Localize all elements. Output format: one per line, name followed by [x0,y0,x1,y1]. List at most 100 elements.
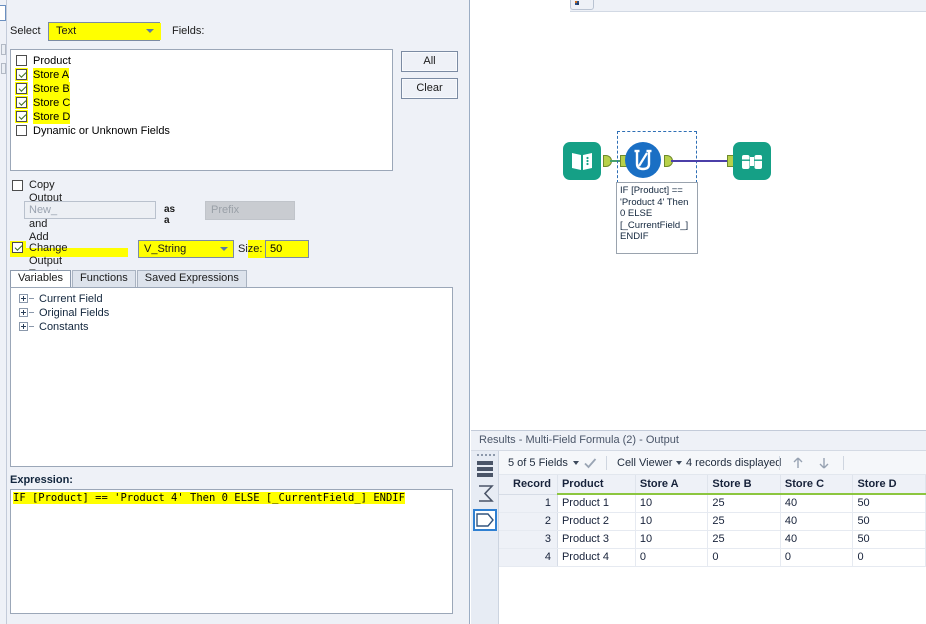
cell-store-b[interactable]: 25 [708,530,781,548]
expression-editor[interactable]: IF [Product] == 'Product 4' Then 0 ELSE … [10,489,453,614]
checkbox-icon[interactable] [16,125,27,136]
summary-sigma-icon[interactable] [476,484,495,503]
select-type-dropdown[interactable]: Text [48,22,160,41]
cell-product[interactable]: Product 1 [557,494,635,512]
cell-record: 1 [499,494,557,512]
field-label: Store A [33,68,69,82]
expand-plus-icon[interactable] [19,308,28,317]
results-toolbar[interactable]: 5 of 5 Fields Cell Viewer 4 records disp… [499,451,926,475]
workflow-canvas[interactable] [471,0,926,430]
tab-functions[interactable]: Functions [72,270,136,287]
tree-node-original-fields[interactable]: Original Fields [17,306,452,320]
cell-store-b[interactable]: 25 [708,494,781,512]
cell-product[interactable]: Product 2 [557,512,635,530]
tab-variables[interactable]: Variables [10,270,71,287]
cell-store-d[interactable]: 0 [853,548,926,566]
size-input[interactable]: 50 [265,240,309,258]
chevron-down-icon[interactable] [676,461,682,465]
panel-left-rail [0,0,7,624]
field-list-item[interactable]: Dynamic or Unknown Fields [15,124,392,138]
prefix-suffix-dropdown[interactable]: Prefix [205,201,295,220]
checkbox-icon[interactable] [16,69,27,80]
output-type-dropdown[interactable]: V_String [138,240,234,258]
cell-store-d[interactable]: 50 [853,530,926,548]
field-list-item[interactable]: Product [15,54,392,68]
tab-saved-expressions[interactable]: Saved Expressions [137,270,247,287]
chevron-down-icon [146,29,154,33]
column-header-store-a[interactable]: Store A [635,475,708,494]
checkbox-icon[interactable] [12,242,23,253]
cell-product[interactable]: Product 4 [557,548,635,566]
cell-store-a[interactable]: 10 [635,494,708,512]
panel-tab-handle[interactable] [0,5,6,21]
field-label: Product [33,54,71,68]
cell-record: 2 [499,512,557,530]
table-row[interactable]: 1 Product 1 10 25 40 50 [499,494,926,512]
field-checkbox-list[interactable]: Product Store A Store B Store C Store D … [10,49,393,171]
tree-dash-icon [29,312,34,313]
select-type-value: Text [54,25,78,37]
expression-text: IF [Product] == 'Product 4' Then 0 ELSE … [13,492,405,504]
field-list-item[interactable]: Store B [15,82,392,96]
data-grid-icon[interactable] [476,461,495,480]
chevron-down-icon[interactable] [573,461,579,465]
tree-dash-icon [29,326,34,327]
expand-plus-icon[interactable] [19,294,28,303]
field-list-item[interactable]: Store C [15,96,392,110]
scroll-down-icon[interactable] [817,451,831,475]
connection-formula-to-browse[interactable] [671,160,729,162]
canvas-toolbar-button[interactable] [570,0,594,10]
tree-node-current-field[interactable]: Current Field [17,292,452,306]
field-list-item[interactable]: Store A [15,68,392,82]
cell-store-d[interactable]: 50 [853,512,926,530]
canvas-marker-icon [575,1,580,6]
tree-node-constants[interactable]: Constants [17,320,452,334]
cell-store-c[interactable]: 0 [780,548,853,566]
checkmark-icon[interactable] [583,451,597,475]
clear-selection-button[interactable]: Clear [401,78,458,99]
cell-store-c[interactable]: 40 [780,494,853,512]
cell-store-c[interactable]: 40 [780,530,853,548]
column-header-store-c[interactable]: Store C [780,475,853,494]
checkbox-icon[interactable] [16,111,27,122]
new-field-name-input[interactable]: New_ [24,201,156,219]
checkbox-icon[interactable] [16,83,27,94]
tree-node-label: Current Field [39,293,103,305]
expand-plus-icon[interactable] [19,322,28,331]
select-all-button[interactable]: All [401,51,458,72]
cell-store-d[interactable]: 50 [853,494,926,512]
annotation-line: 0 ELSE [620,208,694,220]
cell-store-b[interactable]: 25 [708,512,781,530]
variables-tree[interactable]: Current Field Original Fields Constants [10,287,453,467]
cell-store-a[interactable]: 10 [635,512,708,530]
checkbox-icon[interactable] [16,97,27,108]
results-side-rail[interactable] [471,451,499,624]
cell-store-b[interactable]: 0 [708,548,781,566]
chevron-down-icon [220,247,228,251]
field-list-item[interactable]: Store D [15,110,392,124]
panel-rail-button-1[interactable] [1,44,6,55]
viewer-mode-label[interactable]: Cell Viewer [617,451,672,475]
table-row[interactable]: 2 Product 2 10 25 40 50 [499,512,926,530]
cell-store-c[interactable]: 40 [780,512,853,530]
results-pane: Results - Multi-Field Formula (2) - Outp… [471,430,926,624]
cell-product[interactable]: Product 3 [557,530,635,548]
column-header-record[interactable]: Record [499,475,557,494]
expression-tabs[interactable]: Variables Functions Saved Expressions [10,270,248,287]
column-header-product[interactable]: Product [557,475,635,494]
table-row[interactable]: 4 Product 4 0 0 0 0 [499,548,926,566]
fields-summary[interactable]: 5 of 5 Fields [508,451,568,475]
results-data-grid[interactable]: Record Product Store A Store B Store C S… [499,475,926,624]
output-anchor-icon[interactable] [473,509,497,531]
checkbox-icon[interactable] [16,55,27,66]
cell-store-a[interactable]: 0 [635,548,708,566]
scroll-up-icon[interactable] [791,451,805,475]
column-header-store-d[interactable]: Store D [853,475,926,494]
panel-rail-button-2[interactable] [1,63,6,74]
cell-store-a[interactable]: 10 [635,530,708,548]
records-displayed-label: 4 records displayed [686,451,781,475]
column-header-store-b[interactable]: Store B [708,475,781,494]
checkbox-icon[interactable] [12,180,23,191]
book-icon [563,142,601,180]
table-row[interactable]: 3 Product 3 10 25 40 50 [499,530,926,548]
